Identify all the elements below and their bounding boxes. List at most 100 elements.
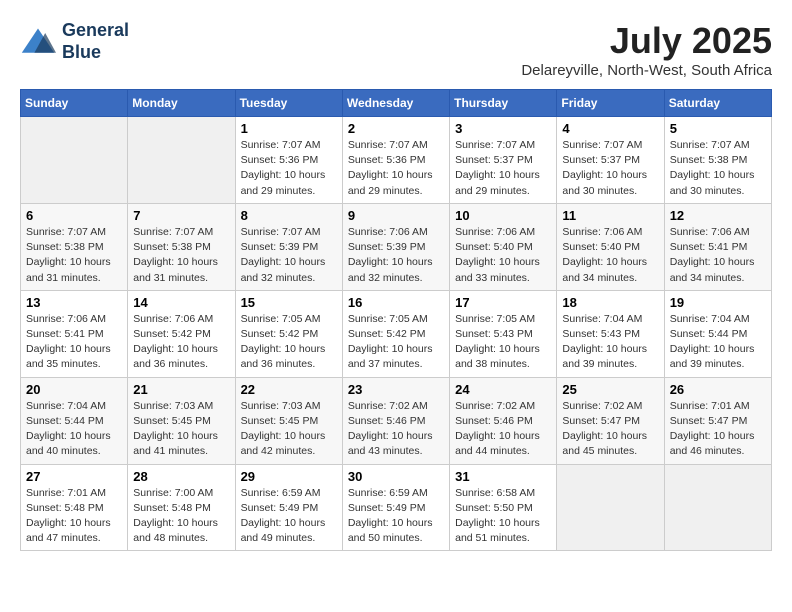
calendar-cell: 25Sunrise: 7:02 AM Sunset: 5:47 PM Dayli…: [557, 377, 664, 464]
calendar-cell: 2 Sunrise: 7:07 AM Sunset: 5:36 PM Daylig…: [342, 117, 449, 204]
calendar-cell: 13Sunrise: 7:06 AM Sunset: 5:41 PM Dayli…: [21, 290, 128, 377]
day-info: Sunrise: 7:06 AM Sunset: 5:40 PM Dayligh…: [455, 225, 551, 286]
calendar-table: SundayMondayTuesdayWednesdayThursdayFrid…: [20, 89, 772, 551]
calendar-cell: 10 Sunrise: 7:06 AM Sunset: 5:40 PM Dayli…: [450, 203, 557, 290]
calendar-cell: 15 Sunrise: 7:05 AM Sunset: 5:42 PM Dayli…: [235, 290, 342, 377]
day-info: Sunrise: 7:05 AM Sunset: 5:43 PM Dayligh…: [455, 312, 551, 373]
day-number: 5: [670, 121, 766, 136]
calendar-cell: 26 Sunrise: 7:01 AM Sunset: 5:47 PM Dayli…: [664, 377, 771, 464]
day-header-thursday: Thursday: [450, 90, 557, 117]
day-info: Sunrise: 6:59 AM Sunset: 5:49 PM Dayligh…: [241, 486, 337, 547]
location: Delareyville, North-West, South Africa: [521, 62, 772, 79]
calendar-cell: 7 Sunrise: 7:07 AM Sunset: 5:38 PM Daylig…: [128, 203, 235, 290]
day-number: 6: [26, 208, 122, 223]
day-number: 14: [133, 295, 229, 310]
day-info: Sunrise: 6:59 AM Sunset: 5:49 PM Dayligh…: [348, 486, 444, 547]
day-number: 16: [348, 295, 444, 310]
day-info: Sunrise: 7:07 AM Sunset: 5:37 PM Dayligh…: [562, 138, 658, 199]
day-header-monday: Monday: [128, 90, 235, 117]
day-info: Sunrise: 7:07 AM Sunset: 5:39 PM Dayligh…: [241, 225, 337, 286]
day-number: 27: [26, 469, 122, 484]
day-info: Sunrise: 7:05 AM Sunset: 5:42 PM Dayligh…: [241, 312, 337, 373]
logo-line2: Blue: [62, 42, 129, 64]
logo-icon: [20, 24, 56, 60]
day-header-sunday: Sunday: [21, 90, 128, 117]
day-number: 23: [348, 382, 444, 397]
day-info: Sunrise: 7:07 AM Sunset: 5:38 PM Dayligh…: [26, 225, 122, 286]
day-number: 9: [348, 208, 444, 223]
week-row-4: 20 Sunrise: 7:04 AM Sunset: 5:44 PM Dayli…: [21, 377, 772, 464]
day-number: 15: [241, 295, 337, 310]
calendar-cell: 9Sunrise: 7:06 AM Sunset: 5:39 PM Daylig…: [342, 203, 449, 290]
day-number: 13: [26, 295, 122, 310]
day-number: 25: [562, 382, 658, 397]
day-info: Sunrise: 7:03 AM Sunset: 5:45 PM Dayligh…: [241, 399, 337, 460]
calendar-cell: 30Sunrise: 6:59 AM Sunset: 5:49 PM Dayli…: [342, 464, 449, 551]
calendar-cell: 8 Sunrise: 7:07 AM Sunset: 5:39 PM Daylig…: [235, 203, 342, 290]
week-row-3: 13Sunrise: 7:06 AM Sunset: 5:41 PM Dayli…: [21, 290, 772, 377]
calendar-cell: 23 Sunrise: 7:02 AM Sunset: 5:46 PM Dayli…: [342, 377, 449, 464]
day-info: Sunrise: 7:01 AM Sunset: 5:48 PM Dayligh…: [26, 486, 122, 547]
day-info: Sunrise: 7:04 AM Sunset: 5:43 PM Dayligh…: [562, 312, 658, 373]
week-row-2: 6 Sunrise: 7:07 AM Sunset: 5:38 PM Daylig…: [21, 203, 772, 290]
calendar-header: SundayMondayTuesdayWednesdayThursdayFrid…: [21, 90, 772, 117]
day-number: 3: [455, 121, 551, 136]
day-number: 20: [26, 382, 122, 397]
day-header-saturday: Saturday: [664, 90, 771, 117]
day-info: Sunrise: 7:02 AM Sunset: 5:46 PM Dayligh…: [455, 399, 551, 460]
day-number: 7: [133, 208, 229, 223]
day-info: Sunrise: 7:06 AM Sunset: 5:42 PM Dayligh…: [133, 312, 229, 373]
calendar-cell: [128, 117, 235, 204]
calendar-cell: 28Sunrise: 7:00 AM Sunset: 5:48 PM Dayli…: [128, 464, 235, 551]
calendar-cell: 3 Sunrise: 7:07 AM Sunset: 5:37 PM Daylig…: [450, 117, 557, 204]
day-number: 21: [133, 382, 229, 397]
calendar-cell: [557, 464, 664, 551]
day-number: 1: [241, 121, 337, 136]
day-info: Sunrise: 7:07 AM Sunset: 5:38 PM Dayligh…: [133, 225, 229, 286]
day-number: 22: [241, 382, 337, 397]
day-number: 17: [455, 295, 551, 310]
week-row-1: 1 Sunrise: 7:07 AM Sunset: 5:36 PM Daylig…: [21, 117, 772, 204]
calendar-cell: 19 Sunrise: 7:04 AM Sunset: 5:44 PM Dayli…: [664, 290, 771, 377]
day-info: Sunrise: 7:06 AM Sunset: 5:41 PM Dayligh…: [670, 225, 766, 286]
day-number: 11: [562, 208, 658, 223]
day-info: Sunrise: 7:03 AM Sunset: 5:45 PM Dayligh…: [133, 399, 229, 460]
calendar-cell: 20 Sunrise: 7:04 AM Sunset: 5:44 PM Dayli…: [21, 377, 128, 464]
calendar-cell: 6 Sunrise: 7:07 AM Sunset: 5:38 PM Daylig…: [21, 203, 128, 290]
day-number: 28: [133, 469, 229, 484]
calendar-cell: 14 Sunrise: 7:06 AM Sunset: 5:42 PM Dayli…: [128, 290, 235, 377]
day-info: Sunrise: 7:02 AM Sunset: 5:46 PM Dayligh…: [348, 399, 444, 460]
calendar-cell: [664, 464, 771, 551]
day-info: Sunrise: 7:07 AM Sunset: 5:36 PM Dayligh…: [348, 138, 444, 199]
week-row-5: 27 Sunrise: 7:01 AM Sunset: 5:48 PM Dayli…: [21, 464, 772, 551]
logo: General Blue: [20, 20, 129, 63]
calendar-cell: 12Sunrise: 7:06 AM Sunset: 5:41 PM Dayli…: [664, 203, 771, 290]
calendar-cell: 11Sunrise: 7:06 AM Sunset: 5:40 PM Dayli…: [557, 203, 664, 290]
day-info: Sunrise: 6:58 AM Sunset: 5:50 PM Dayligh…: [455, 486, 551, 547]
day-number: 2: [348, 121, 444, 136]
day-number: 10: [455, 208, 551, 223]
day-info: Sunrise: 7:07 AM Sunset: 5:37 PM Dayligh…: [455, 138, 551, 199]
calendar-cell: 5Sunrise: 7:07 AM Sunset: 5:38 PM Daylig…: [664, 117, 771, 204]
month-title: July 2025: [521, 20, 772, 62]
calendar-body: 1 Sunrise: 7:07 AM Sunset: 5:36 PM Daylig…: [21, 117, 772, 551]
calendar-cell: 1Sunrise: 7:07 AM Sunset: 5:36 PM Daylig…: [235, 117, 342, 204]
day-number: 24: [455, 382, 551, 397]
day-info: Sunrise: 7:04 AM Sunset: 5:44 PM Dayligh…: [26, 399, 122, 460]
day-info: Sunrise: 7:01 AM Sunset: 5:47 PM Dayligh…: [670, 399, 766, 460]
day-info: Sunrise: 7:05 AM Sunset: 5:42 PM Dayligh…: [348, 312, 444, 373]
day-number: 18: [562, 295, 658, 310]
page-header: General Blue July 2025 Delareyville, Nor…: [20, 20, 772, 79]
title-area: July 2025 Delareyville, North-West, Sout…: [521, 20, 772, 79]
calendar-cell: 16 Sunrise: 7:05 AM Sunset: 5:42 PM Dayli…: [342, 290, 449, 377]
day-number: 26: [670, 382, 766, 397]
calendar-cell: [21, 117, 128, 204]
calendar-cell: 27 Sunrise: 7:01 AM Sunset: 5:48 PM Dayli…: [21, 464, 128, 551]
day-header-friday: Friday: [557, 90, 664, 117]
day-number: 31: [455, 469, 551, 484]
day-number: 19: [670, 295, 766, 310]
calendar-cell: 29Sunrise: 6:59 AM Sunset: 5:49 PM Dayli…: [235, 464, 342, 551]
day-number: 8: [241, 208, 337, 223]
logo-text: General Blue: [62, 20, 129, 63]
day-info: Sunrise: 7:04 AM Sunset: 5:44 PM Dayligh…: [670, 312, 766, 373]
